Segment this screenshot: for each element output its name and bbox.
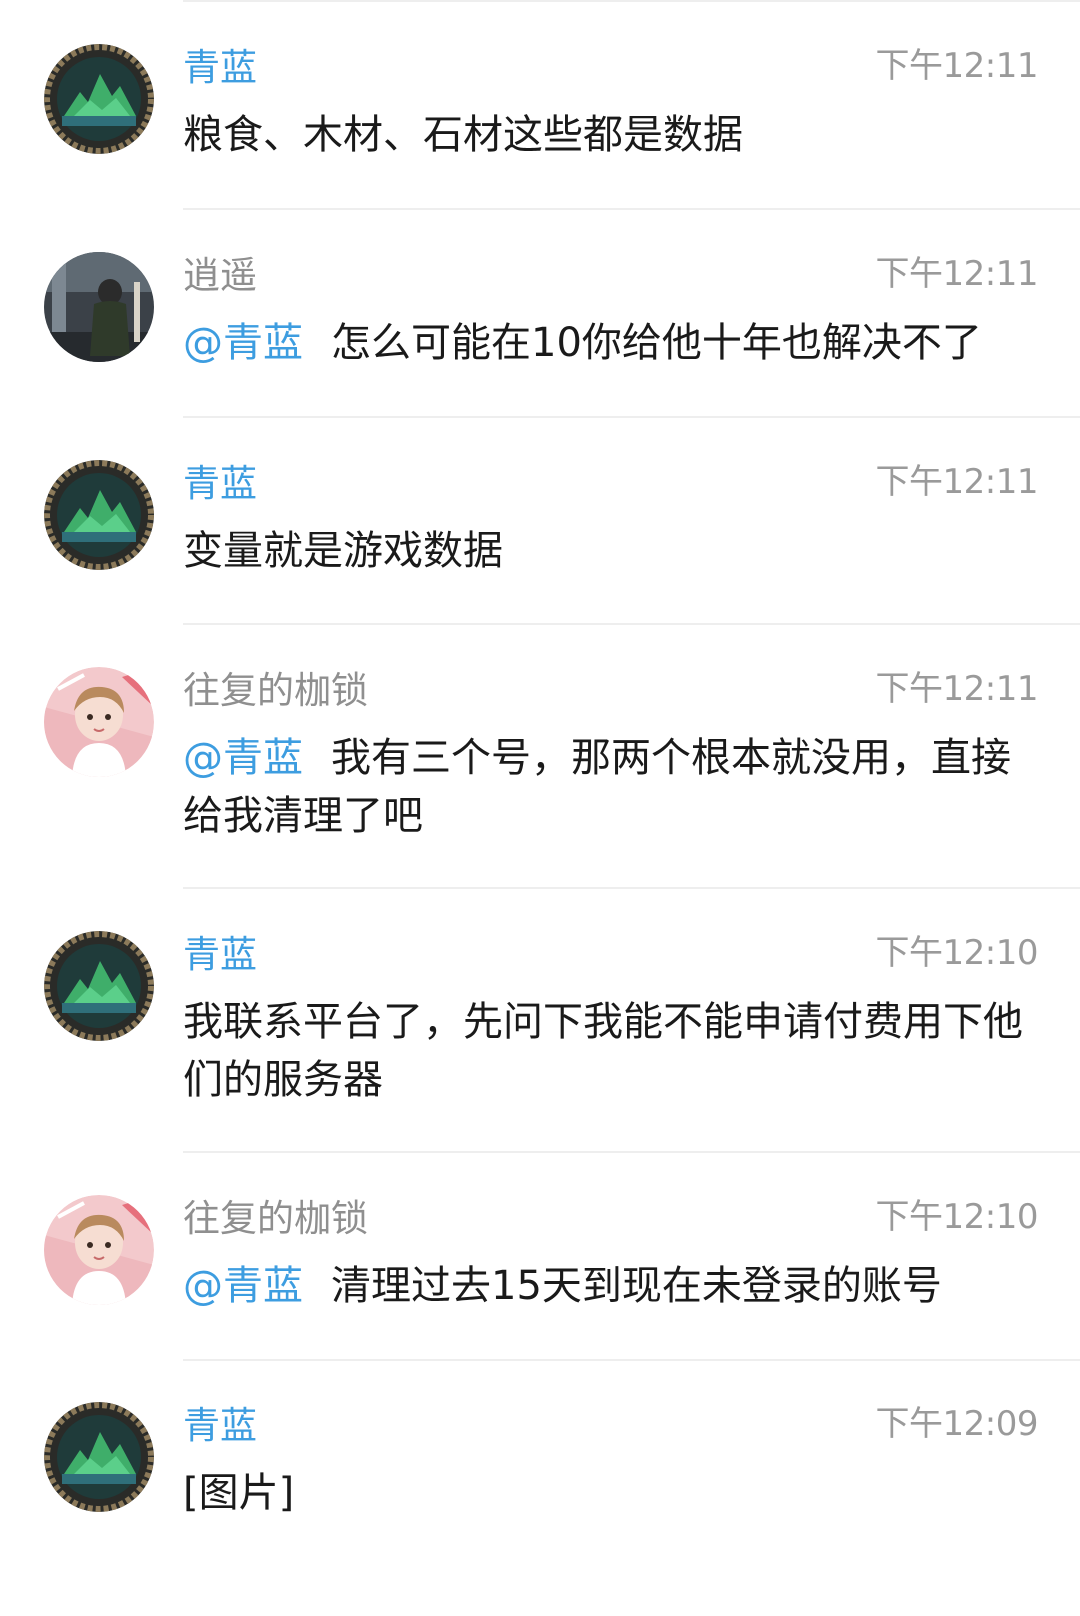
sender-name[interactable]: 往复的枷锁: [183, 1197, 368, 1241]
message-text: [图片]: [183, 1464, 1043, 1522]
cartoon-girl-avatar[interactable]: [44, 667, 154, 777]
message-divider: [183, 1151, 1080, 1153]
sender-name[interactable]: 青蓝: [183, 462, 257, 506]
message-time: 下午12:11: [876, 44, 1038, 88]
night-street-avatar[interactable]: [44, 252, 154, 362]
message-time: 下午12:09: [876, 1402, 1038, 1446]
message-time: 下午12:10: [876, 931, 1038, 975]
message-text: @青蓝怎么可能在10你给他十年也解决不了: [183, 314, 1043, 372]
message-text: 粮食、木材、石材这些都是数据: [183, 106, 1043, 164]
message-divider: [183, 1359, 1080, 1361]
landscape-avatar[interactable]: [44, 44, 154, 154]
message-body: 我有三个号，那两个根本就没用，直接给我清理了吧: [183, 735, 1011, 839]
message-text: 变量就是游戏数据: [183, 522, 1043, 580]
message-divider: [183, 208, 1080, 210]
message-text: @青蓝我有三个号，那两个根本就没用，直接给我清理了吧: [183, 729, 1043, 845]
message-body: 怎么可能在10你给他十年也解决不了: [331, 320, 982, 366]
message-time: 下午12:11: [876, 667, 1038, 711]
message-text: @青蓝清理过去15天到现在未登录的账号: [183, 1257, 1043, 1315]
message-divider: [183, 416, 1080, 418]
message-divider: [183, 887, 1080, 889]
sender-name[interactable]: 青蓝: [183, 933, 257, 977]
message-text: 我联系平台了，先问下我能不能申请付费用下他们的服务器: [183, 993, 1043, 1109]
mention-link[interactable]: @青蓝: [183, 1263, 303, 1309]
message-time: 下午12:11: [876, 252, 1038, 296]
mention-link[interactable]: @青蓝: [183, 320, 303, 366]
message-body: [图片]: [183, 1470, 294, 1516]
landscape-avatar[interactable]: [44, 931, 154, 1041]
sender-name[interactable]: 逍遥: [183, 254, 257, 298]
landscape-avatar[interactable]: [44, 460, 154, 570]
mention-link[interactable]: @青蓝: [183, 735, 303, 781]
sender-name[interactable]: 青蓝: [183, 1404, 257, 1448]
message-body: 我联系平台了，先问下我能不能申请付费用下他们的服务器: [183, 999, 1023, 1103]
sender-name[interactable]: 青蓝: [183, 46, 257, 90]
message-body: 变量就是游戏数据: [183, 528, 503, 574]
sender-name[interactable]: 往复的枷锁: [183, 669, 368, 713]
cartoon-girl-avatar[interactable]: [44, 1195, 154, 1305]
message-divider: [183, 623, 1080, 625]
top-divider: [183, 0, 1080, 2]
message-time: 下午12:10: [876, 1195, 1038, 1239]
message-body: 清理过去15天到现在未登录的账号: [331, 1263, 942, 1309]
message-time: 下午12:11: [876, 460, 1038, 504]
landscape-avatar[interactable]: [44, 1402, 154, 1512]
message-body: 粮食、木材、石材这些都是数据: [183, 112, 743, 158]
